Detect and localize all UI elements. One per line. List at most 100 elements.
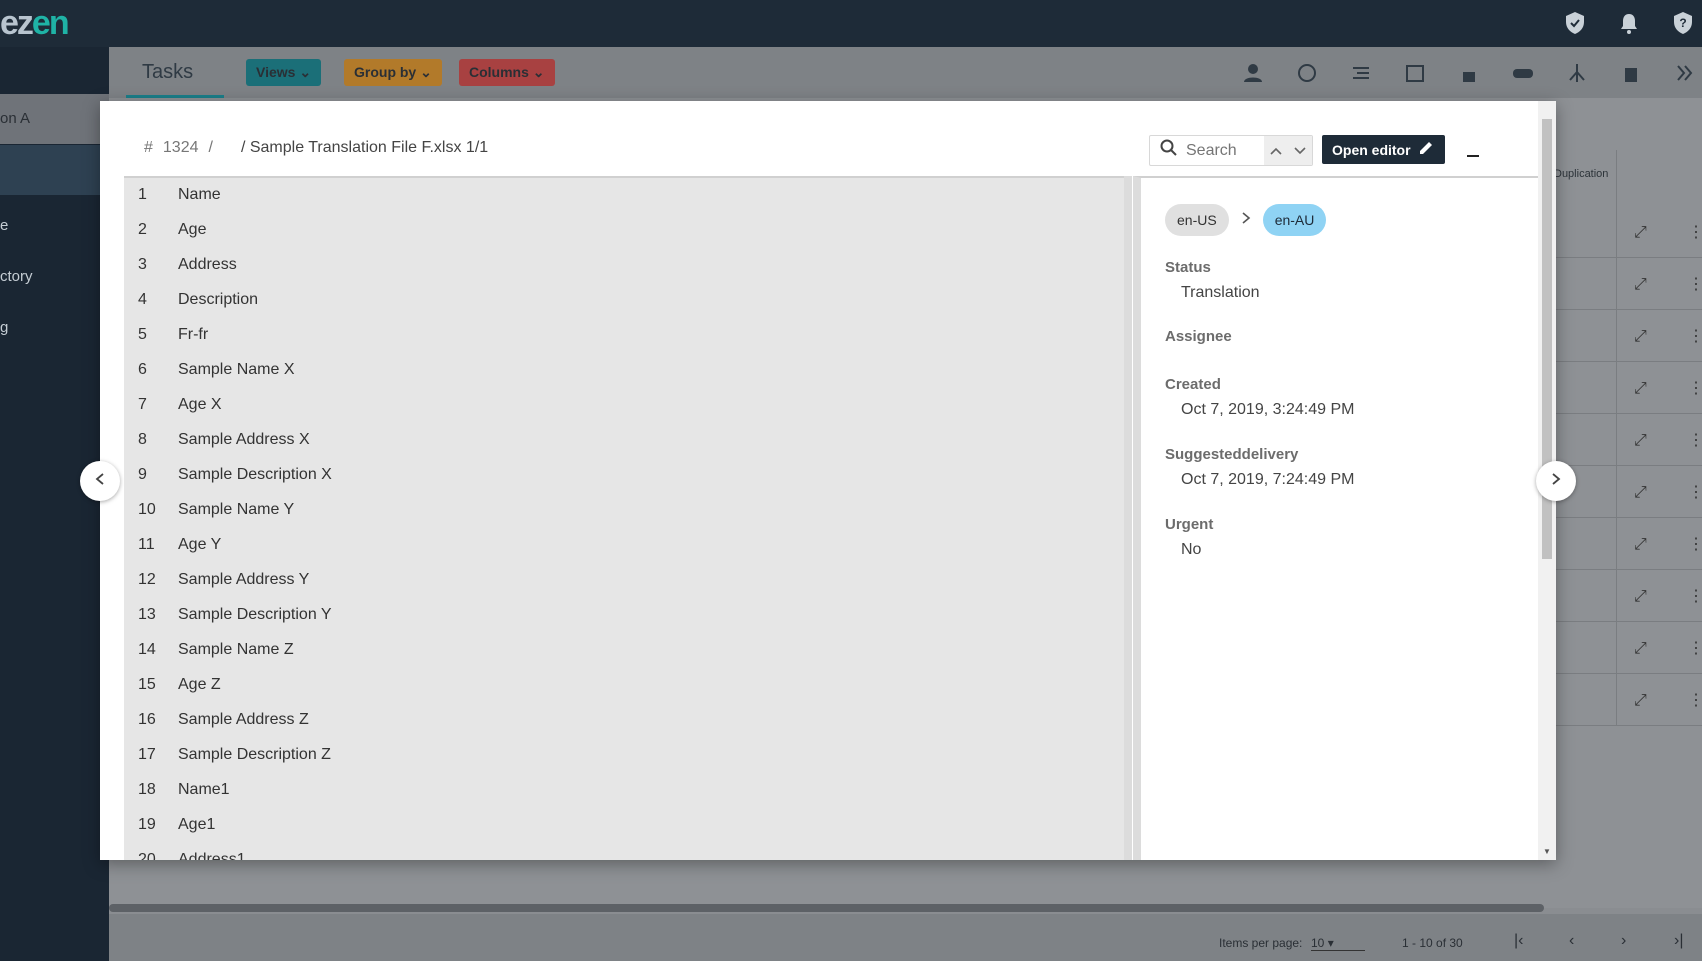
group-by-button[interactable]: Group by ⌄ — [344, 59, 442, 86]
previous-file-button[interactable] — [80, 461, 120, 501]
bell-icon[interactable] — [1616, 10, 1642, 36]
expand-icon[interactable]: ⤢ — [1634, 588, 1647, 606]
delete-icon[interactable] — [1618, 60, 1644, 86]
expand-icon[interactable]: ⤢ — [1634, 328, 1647, 346]
list-item[interactable]: 4 Description — [124, 291, 1132, 326]
sidebar-item[interactable]: e — [0, 217, 8, 234]
help-icon[interactable]: ? — [1670, 10, 1696, 36]
first-page-icon[interactable]: |‹ — [1514, 932, 1523, 950]
chevron-down-icon[interactable] — [1294, 142, 1306, 160]
list-item[interactable]: 1 Name — [124, 186, 1132, 221]
table-row[interactable]: ⤢ ⋮ — [1554, 414, 1702, 466]
calendar-icon[interactable] — [1402, 60, 1428, 86]
more-vert-icon[interactable]: ⋮ — [1688, 482, 1702, 502]
expand-icon[interactable]: ⤢ — [1634, 276, 1647, 294]
table-row[interactable]: ⤢ ⋮ — [1554, 674, 1702, 726]
table-row[interactable]: ⤢ ⋮ — [1554, 310, 1702, 362]
table-row[interactable]: ⤢ ⋮ — [1554, 570, 1702, 622]
list-item[interactable]: 3 Address — [124, 256, 1132, 291]
list-item[interactable]: 10 Sample Name Y — [124, 501, 1132, 536]
table-row[interactable]: ⤢ ⋮ — [1554, 622, 1702, 674]
expand-icon[interactable]: ⤢ — [1634, 224, 1647, 242]
expand-icon[interactable]: ⤢ — [1634, 432, 1647, 450]
chevron-up-icon[interactable] — [1270, 142, 1282, 160]
top-bar: ezen ? — [0, 0, 1702, 47]
list-item[interactable]: 20 Address1 — [124, 851, 1132, 860]
more-vert-icon[interactable]: ⋮ — [1688, 586, 1702, 606]
more-vert-icon[interactable]: ⋮ — [1688, 430, 1702, 450]
tab-tasks[interactable]: Tasks — [142, 61, 193, 84]
minimize-button[interactable] — [1467, 139, 1481, 159]
more-vert-icon[interactable]: ⋮ — [1688, 274, 1702, 294]
last-page-icon[interactable]: ›| — [1674, 932, 1683, 950]
items-per-page-select[interactable]: 10 ▾ — [1311, 936, 1365, 951]
list-item[interactable]: 5 Fr-fr — [124, 326, 1132, 361]
table-row[interactable]: ⤢ ⋮ — [1554, 466, 1702, 518]
task-id[interactable]: 1324 — [163, 139, 199, 157]
chevron-left-icon — [95, 472, 105, 491]
more-vert-icon[interactable]: ⋮ — [1688, 222, 1702, 242]
list-item[interactable]: 11 Age Y — [124, 536, 1132, 571]
history-icon[interactable] — [1294, 60, 1320, 86]
segment-list: 1 Name 2 Age 3 Address 4 Description 5 Fr-fr … — [124, 176, 1132, 860]
list-item[interactable]: 16 Sample Address Z — [124, 711, 1132, 746]
search-icon — [1160, 139, 1178, 162]
search-input[interactable] — [1186, 141, 1266, 160]
items-per-page-label: Items per page: — [1219, 936, 1303, 950]
list-item[interactable]: 14 Sample Name Z — [124, 641, 1132, 676]
sidebar: on A e ctory g — [0, 47, 109, 961]
app-logo[interactable]: ezen — [0, 4, 70, 43]
expand-icon[interactable]: ⤢ — [1634, 640, 1647, 658]
next-page-icon[interactable]: › — [1621, 932, 1626, 950]
columns-button[interactable]: Columns ⌄ — [459, 59, 555, 86]
open-editor-button[interactable]: Open editor — [1322, 135, 1445, 164]
expand-icon[interactable]: ⤢ — [1634, 484, 1647, 502]
list-item[interactable]: 8 Sample Address X — [124, 431, 1132, 466]
sidebar-item-active[interactable] — [0, 145, 109, 195]
source-language-chip: en-US — [1165, 204, 1229, 236]
table-row[interactable]: ⤢ ⋮ — [1554, 206, 1702, 258]
created-value: Oct 7, 2019, 3:24:49 PM — [1181, 401, 1355, 418]
list-item[interactable]: 2 Age — [124, 221, 1132, 256]
list-item[interactable]: 7 Age X — [124, 396, 1132, 431]
expand-icon[interactable]: ⤢ — [1634, 536, 1647, 554]
more-vert-icon[interactable]: ⋮ — [1688, 690, 1702, 710]
list-item[interactable]: 18 Name1 — [124, 781, 1132, 816]
org-name[interactable]: on A — [0, 94, 109, 144]
list-item[interactable]: 9 Sample Description X — [124, 466, 1132, 501]
sidebar-item[interactable]: g — [0, 319, 8, 336]
search-field[interactable] — [1149, 135, 1313, 166]
more-chevron-icon[interactable] — [1672, 60, 1698, 86]
more-vert-icon[interactable]: ⋮ — [1688, 638, 1702, 658]
table-row[interactable]: ⤢ ⋮ — [1554, 518, 1702, 570]
assign-user-icon[interactable] — [1240, 60, 1266, 86]
expand-icon[interactable]: ⤢ — [1634, 380, 1647, 398]
table-row[interactable]: ⤢ ⋮ — [1554, 258, 1702, 310]
more-vert-icon[interactable]: ⋮ — [1688, 534, 1702, 554]
list-item[interactable]: 17 Sample Description Z — [124, 746, 1132, 781]
more-vert-icon[interactable]: ⋮ — [1688, 378, 1702, 398]
horizontal-scrollbar[interactable] — [109, 904, 1544, 912]
urgent-label: Urgent — [1165, 516, 1214, 533]
list-item[interactable]: 13 Sample Description Y — [124, 606, 1132, 641]
views-button[interactable]: Views ⌄ — [246, 59, 322, 86]
list-item[interactable]: 12 Sample Address Y — [124, 571, 1132, 606]
toggle-icon[interactable] — [1510, 60, 1536, 86]
more-vert-icon[interactable]: ⋮ — [1688, 326, 1702, 346]
list-icon[interactable] — [1348, 60, 1374, 86]
prev-page-icon[interactable]: ‹ — [1569, 932, 1574, 950]
sidebar-item[interactable]: ctory — [0, 268, 33, 285]
column-header-duplication[interactable]: Duplication — [1554, 168, 1608, 180]
scroll-down-arrow[interactable]: ▼ — [1543, 847, 1551, 856]
list-item[interactable]: 19 Age1 — [124, 816, 1132, 851]
list-item[interactable]: 6 Sample Name X — [124, 361, 1132, 396]
table-row[interactable]: ⤢ ⋮ — [1554, 362, 1702, 414]
expand-icon[interactable]: ⤢ — [1634, 692, 1647, 710]
list-item[interactable]: 15 Age Z — [124, 676, 1132, 711]
next-file-button[interactable] — [1536, 461, 1576, 501]
shield-icon[interactable] — [1562, 10, 1588, 36]
merge-icon[interactable] — [1564, 60, 1590, 86]
lock-icon[interactable] — [1456, 60, 1482, 86]
segment-scrollbar[interactable] — [1124, 176, 1132, 860]
suggested-delivery-label: Suggesteddelivery — [1165, 446, 1299, 463]
